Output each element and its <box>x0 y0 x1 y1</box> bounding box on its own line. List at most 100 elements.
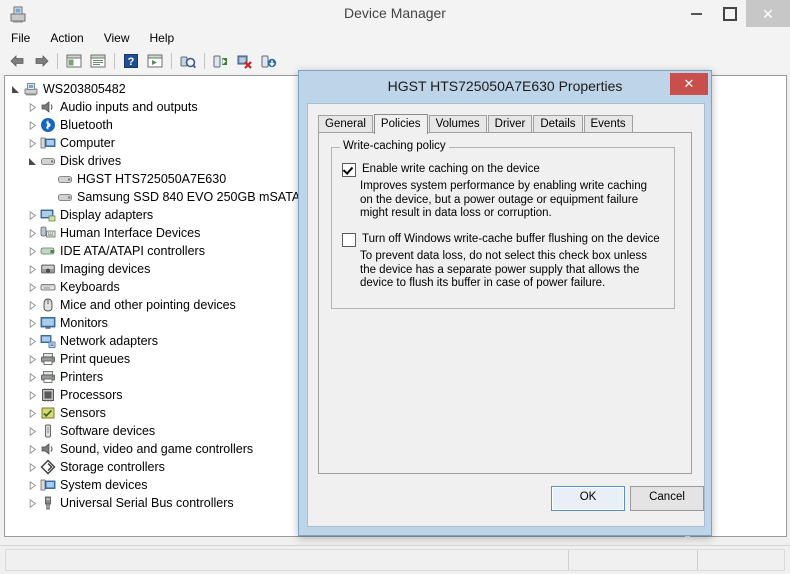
minimize-button[interactable] <box>680 0 713 27</box>
expand-arrow-icon[interactable] <box>26 206 39 224</box>
network-adapter-icon <box>39 332 57 350</box>
ide-controller-icon <box>39 242 57 260</box>
expand-arrow-icon[interactable] <box>26 476 39 494</box>
disk-drive-icon <box>56 188 74 206</box>
status-bar <box>0 545 790 573</box>
toolbar-separator <box>114 53 115 69</box>
menu-file[interactable]: File <box>2 29 39 47</box>
forward-icon[interactable] <box>30 50 52 72</box>
status-pane-2 <box>569 550 698 570</box>
hid-icon <box>39 224 57 242</box>
keyboard-icon <box>39 278 57 296</box>
tree-item-label: System devices <box>60 478 148 492</box>
expand-arrow-icon[interactable] <box>26 440 39 458</box>
tree-item-label: Software devices <box>60 424 156 438</box>
menu-bar: File Action View Help <box>0 27 790 50</box>
dialog-body: General Policies Volumes Driver Details Event… <box>307 103 705 527</box>
status-pane-main <box>6 550 569 570</box>
tab-volumes[interactable]: Volumes <box>428 115 487 133</box>
tree-item-label: Monitors <box>60 316 108 330</box>
tree-item-label: Universal Serial Bus controllers <box>60 496 234 510</box>
menu-view[interactable]: View <box>95 29 139 47</box>
computer-icon <box>39 134 57 152</box>
tree-item-label: IDE ATA/ATAPI controllers <box>60 244 205 258</box>
expand-arrow-icon[interactable] <box>26 368 39 386</box>
tree-item-label: Samsung SSD 840 EVO 250GB mSATA <box>77 190 301 204</box>
enable-write-caching-checkbox[interactable] <box>342 163 356 177</box>
enable-write-caching-label: Enable write caching on the device <box>362 163 540 175</box>
scan-for-hardware-changes-icon[interactable] <box>177 50 199 72</box>
back-icon[interactable] <box>6 50 28 72</box>
turn-off-buffer-flushing-label: Turn off Windows write-cache buffer flus… <box>362 233 660 245</box>
show-hide-console-tree-icon[interactable] <box>63 50 85 72</box>
expand-arrow-icon[interactable] <box>26 242 39 260</box>
maximize-button[interactable] <box>713 0 746 27</box>
dialog-button-row: OK Cancel <box>308 486 704 516</box>
expand-arrow-icon[interactable] <box>26 224 39 242</box>
update-driver-icon[interactable] <box>210 50 232 72</box>
help-icon[interactable]: ? <box>120 50 142 72</box>
device-manager-window: Device Manager ✕ File Action View Help ?… <box>0 0 790 574</box>
tree-item-label: Computer <box>60 136 115 150</box>
collapse-arrow-icon[interactable] <box>26 152 39 170</box>
close-icon: ✕ <box>762 5 774 22</box>
tree-item-label: Keyboards <box>60 280 120 294</box>
disk-drive-icon <box>39 152 57 170</box>
tree-item-label: Human Interface Devices <box>60 226 201 240</box>
tab-policies[interactable]: Policies <box>373 114 428 134</box>
view-icon[interactable] <box>144 50 166 72</box>
enable-write-caching-checkbox-row[interactable]: Enable write caching on the device <box>342 162 662 177</box>
close-button[interactable]: ✕ <box>746 0 790 27</box>
dialog-tabs: General Policies Volumes Driver Details Event… <box>318 114 634 134</box>
cancel-button[interactable]: Cancel <box>630 486 704 511</box>
computer-root-icon <box>22 80 40 98</box>
software-device-icon <box>39 422 57 440</box>
tree-item-label: Sound, video and game controllers <box>60 442 254 456</box>
tree-item-label: Audio inputs and outputs <box>60 100 198 114</box>
tree-item-label: Imaging devices <box>60 262 151 276</box>
bluetooth-icon <box>39 116 57 134</box>
usb-icon <box>39 494 57 512</box>
processor-icon <box>39 386 57 404</box>
tree-item-label: Bluetooth <box>60 118 113 132</box>
tab-driver[interactable]: Driver <box>487 115 533 133</box>
turn-off-buffer-flushing-help: To prevent data loss, do not select this… <box>360 250 648 289</box>
uninstall-device-icon[interactable] <box>234 50 256 72</box>
expand-arrow-icon[interactable] <box>26 458 39 476</box>
dialog-close-button[interactable]: ✕ <box>670 73 708 95</box>
expand-arrow-icon[interactable] <box>26 314 39 332</box>
tab-events[interactable]: Events <box>583 115 633 133</box>
tree-item-label: Disk drives <box>60 154 122 168</box>
window-title: Device Manager <box>344 5 446 21</box>
expand-arrow-icon[interactable] <box>26 98 39 116</box>
properties-icon[interactable] <box>87 50 109 72</box>
tree-item-label: WS203805482 <box>43 82 126 96</box>
menu-help[interactable]: Help <box>141 29 184 47</box>
turn-off-buffer-flushing-checkbox[interactable] <box>342 233 356 247</box>
tree-item-label: Print queues <box>60 352 131 366</box>
expand-arrow-icon[interactable] <box>26 386 39 404</box>
toolbar-separator <box>57 53 58 69</box>
expand-arrow-icon[interactable] <box>26 296 39 314</box>
expand-arrow-icon[interactable] <box>26 422 39 440</box>
turn-off-buffer-flushing-checkbox-row[interactable]: Turn off Windows write-cache buffer flus… <box>342 232 664 247</box>
ok-button[interactable]: OK <box>551 486 625 511</box>
expand-arrow-icon[interactable] <box>26 404 39 422</box>
policies-tab-page: Write-caching policy Enable write cachin… <box>318 132 692 474</box>
expand-arrow-icon[interactable] <box>26 332 39 350</box>
group-title: Write-caching policy <box>340 140 449 152</box>
expand-arrow-icon[interactable] <box>26 134 39 152</box>
expand-arrow-icon[interactable] <box>26 116 39 134</box>
expand-arrow-icon[interactable] <box>26 350 39 368</box>
expand-arrow-icon[interactable] <box>26 260 39 278</box>
tree-arrow-spacer <box>43 170 56 188</box>
collapse-arrow-icon[interactable] <box>9 80 22 98</box>
storage-controller-icon <box>39 458 57 476</box>
expand-arrow-icon[interactable] <box>26 278 39 296</box>
tab-general[interactable]: General <box>318 115 373 133</box>
enable-device-icon[interactable] <box>258 50 280 72</box>
expand-arrow-icon[interactable] <box>26 494 39 512</box>
tab-details[interactable]: Details <box>533 115 583 133</box>
menu-action[interactable]: Action <box>41 29 92 47</box>
tree-item-label: Mice and other pointing devices <box>60 298 236 312</box>
